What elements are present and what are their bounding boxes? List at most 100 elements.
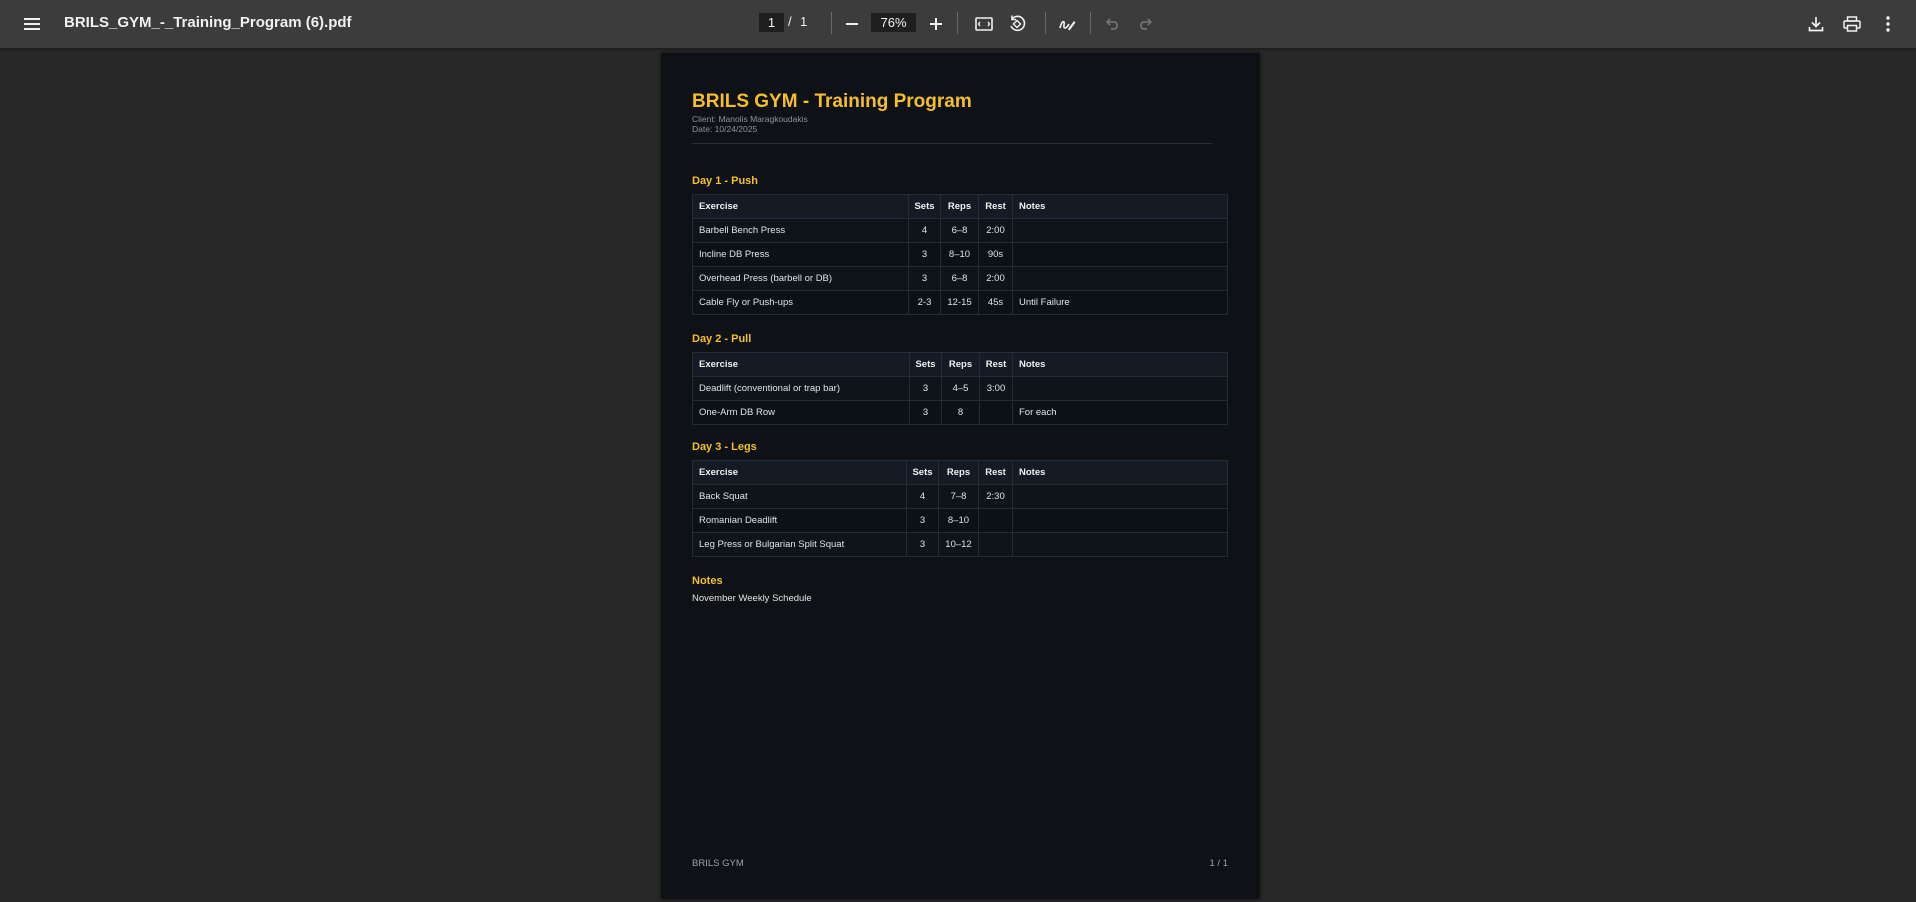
sets-cell: 3 <box>908 266 941 291</box>
column-header-reps: Reps <box>941 352 980 377</box>
undo-icon[interactable] <box>1097 8 1129 40</box>
column-header-sets: Sets <box>908 194 941 219</box>
sets-cell: 3 <box>908 242 941 267</box>
exercise-cell: Barbell Bench Press <box>692 218 909 243</box>
exercise-cell: One-Arm DB Row <box>692 400 910 425</box>
download-icon[interactable] <box>1800 8 1832 40</box>
page-separator: / <box>788 14 792 29</box>
rest-cell <box>979 400 1013 425</box>
column-header-sets: Sets <box>909 352 942 377</box>
sets-cell: 2-3 <box>908 290 941 315</box>
more-options-icon[interactable] <box>1872 8 1904 40</box>
document-title: BRILS_GYM_-_Training_Program (6).pdf <box>64 14 352 31</box>
menu-icon[interactable] <box>16 8 48 40</box>
notes-cell <box>1012 532 1228 557</box>
table-row: Cable Fly or Push-ups 2-3 12-15 45s Unti… <box>692 290 1228 315</box>
toolbar-divider <box>1090 12 1091 34</box>
rest-cell: 90s <box>978 242 1013 267</box>
sets-cell: 4 <box>908 218 941 243</box>
total-pages: 1 <box>800 14 808 29</box>
day-2-table: Exercise Sets Reps Rest Notes Deadlift (… <box>692 352 1228 425</box>
fit-page-icon[interactable] <box>968 8 1000 40</box>
toolbar-divider <box>1045 12 1046 34</box>
table-row: Romanian Deadlift 3 8–10 <box>692 508 1228 533</box>
notes-text: November Weekly Schedule <box>692 593 812 604</box>
annotate-icon[interactable] <box>1051 8 1083 40</box>
table-row: Overhead Press (barbell or DB) 3 6–8 2:0… <box>692 266 1228 291</box>
rest-cell: 45s <box>978 290 1013 315</box>
day-1-table: Exercise Sets Reps Rest Notes Barbell Be… <box>692 194 1228 315</box>
program-date: Date: 10/24/2025 <box>692 124 758 134</box>
notes-cell <box>1012 218 1228 243</box>
exercise-cell: Deadlift (conventional or trap bar) <box>692 376 910 401</box>
reps-cell: 6–8 <box>940 266 979 291</box>
column-header-notes: Notes <box>1012 194 1228 219</box>
rest-cell: 3:00 <box>979 376 1013 401</box>
column-header-rest: Rest <box>978 194 1013 219</box>
program-title: BRILS GYM - Training Program <box>692 91 972 112</box>
reps-cell: 8–10 <box>940 242 979 267</box>
sets-cell: 4 <box>906 484 939 509</box>
table-row: Barbell Bench Press 4 6–8 2:00 <box>692 218 1228 243</box>
column-header-rest: Rest <box>979 352 1013 377</box>
notes-cell <box>1012 376 1228 401</box>
reps-cell: 10–12 <box>938 532 979 557</box>
table-row: Back Squat 4 7–8 2:30 <box>692 484 1228 509</box>
reps-cell: 4–5 <box>941 376 980 401</box>
pdf-toolbar: BRILS_GYM_-_Training_Program (6).pdf / 1 <box>0 0 1916 48</box>
table-row: One-Arm DB Row 3 8 For each <box>692 400 1228 425</box>
column-header-notes: Notes <box>1012 460 1228 485</box>
exercise-cell: Cable Fly or Push-ups <box>692 290 909 315</box>
zoom-input[interactable] <box>871 13 916 32</box>
print-icon[interactable] <box>1836 8 1868 40</box>
page-number-input[interactable] <box>759 13 784 32</box>
notes-heading: Notes <box>692 575 723 587</box>
table-row: Deadlift (conventional or trap bar) 3 4–… <box>692 376 1228 401</box>
exercise-cell: Overhead Press (barbell or DB) <box>692 266 909 291</box>
notes-cell: For each <box>1012 400 1228 425</box>
rest-cell <box>978 508 1013 533</box>
column-header-rest: Rest <box>978 460 1013 485</box>
column-header-exercise: Exercise <box>692 460 907 485</box>
sets-cell: 3 <box>909 376 942 401</box>
exercise-cell: Romanian Deadlift <box>692 508 907 533</box>
table-row: Leg Press or Bulgarian Split Squat 3 10–… <box>692 532 1228 557</box>
column-header-reps: Reps <box>940 194 979 219</box>
column-header-reps: Reps <box>938 460 979 485</box>
footer-brand: BRILS GYM <box>692 858 744 869</box>
reps-cell: 12-15 <box>940 290 979 315</box>
day-heading: Day 3 - Legs <box>692 441 757 453</box>
exercise-cell: Incline DB Press <box>692 242 909 267</box>
column-header-sets: Sets <box>906 460 939 485</box>
redo-icon[interactable] <box>1129 8 1161 40</box>
exercise-cell: Leg Press or Bulgarian Split Squat <box>692 532 907 557</box>
rotate-icon[interactable] <box>1001 8 1033 40</box>
notes-cell <box>1012 484 1228 509</box>
column-header-exercise: Exercise <box>692 194 909 219</box>
reps-cell: 8 <box>941 400 980 425</box>
notes-cell <box>1012 266 1228 291</box>
day-3-table: Exercise Sets Reps Rest Notes Back Squat… <box>692 460 1228 557</box>
table-row: Incline DB Press 3 8–10 90s <box>692 242 1228 267</box>
client-name: Client: Manolis Maragkoudakis <box>692 114 808 124</box>
day-heading: Day 1 - Push <box>692 175 759 187</box>
toolbar-divider <box>957 12 958 34</box>
sets-cell: 3 <box>906 532 939 557</box>
sets-cell: 3 <box>906 508 939 533</box>
reps-cell: 8–10 <box>938 508 979 533</box>
notes-cell: Until Failure <box>1012 290 1228 315</box>
zoom-in-icon[interactable] <box>920 8 952 40</box>
pdf-page: BRILS GYM - Training Program Client: Man… <box>661 53 1260 899</box>
rest-cell: 2:30 <box>978 484 1013 509</box>
rest-cell: 2:00 <box>978 218 1013 243</box>
notes-cell <box>1012 508 1228 533</box>
rest-cell <box>978 532 1013 557</box>
column-header-exercise: Exercise <box>692 352 910 377</box>
rest-cell: 2:00 <box>978 266 1013 291</box>
column-header-notes: Notes <box>1012 352 1228 377</box>
toolbar-divider <box>831 12 832 34</box>
sets-cell: 3 <box>909 400 942 425</box>
reps-cell: 7–8 <box>938 484 979 509</box>
reps-cell: 6–8 <box>940 218 979 243</box>
zoom-out-icon[interactable] <box>836 8 868 40</box>
